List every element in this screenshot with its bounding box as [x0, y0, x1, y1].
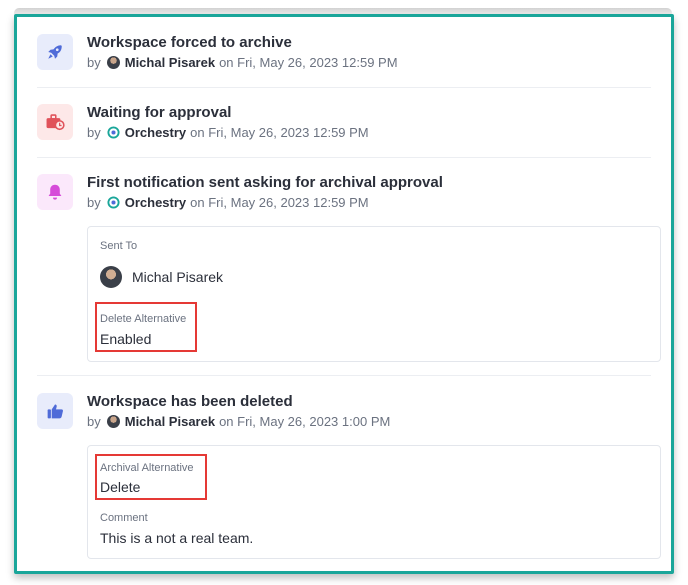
delete-alternative-value: Enabled: [100, 331, 152, 347]
event-meta: by Orchestry on Fri, May 26, 2023 12:59 …: [87, 195, 369, 210]
avatar: [100, 266, 122, 288]
event-title: First notification sent asking for archi…: [87, 174, 443, 191]
event-timestamp: on Fri, May 26, 2023 12:59 PM: [190, 195, 369, 210]
briefcase-clock-icon: [37, 104, 73, 140]
delete-alternative-label: Delete Alternative: [100, 313, 187, 325]
sent-to-value: Michal Pisarek: [132, 269, 224, 285]
comment-value: This is a not a real team.: [100, 530, 254, 546]
event-timestamp: on Fri, May 26, 2023 1:00 PM: [219, 414, 391, 429]
thumbs-up-icon: [37, 393, 73, 429]
divider: [37, 375, 651, 376]
bell-icon: [37, 174, 73, 210]
user-avatar: [106, 56, 120, 69]
event-meta: by Michal Pisarek on Fri, May 26, 2023 1…: [87, 55, 398, 70]
event-title: Workspace forced to archive: [87, 34, 292, 51]
sent-to-label: Sent To: [100, 240, 138, 252]
activity-timeline: Workspace forced to archive by Michal Pi…: [14, 14, 674, 574]
orchestry-logo-icon: [107, 126, 120, 139]
actor-name[interactable]: Michal Pisarek: [125, 55, 215, 70]
event-meta: by Michal Pisarek on Fri, May 26, 2023 1…: [87, 414, 390, 429]
event-timestamp: on Fri, May 26, 2023 12:59 PM: [219, 55, 398, 70]
event-timestamp: on Fri, May 26, 2023 12:59 PM: [190, 125, 369, 140]
orchestry-logo-icon: [107, 196, 120, 209]
actor-name[interactable]: Orchestry: [125, 125, 186, 140]
by-label: by: [87, 125, 101, 140]
divider: [37, 157, 651, 158]
by-label: by: [87, 195, 101, 210]
deletion-details-card: Archival Alternative Delete Comment This…: [87, 445, 661, 559]
actor-name[interactable]: Michal Pisarek: [125, 414, 215, 429]
event-title: Workspace has been deleted: [87, 393, 293, 410]
event-title: Waiting for approval: [87, 104, 232, 121]
actor-name[interactable]: Orchestry: [125, 195, 186, 210]
user-avatar: [106, 415, 120, 428]
archival-alternative-value: Delete: [100, 479, 141, 495]
event-meta: by Orchestry on Fri, May 26, 2023 12:59 …: [87, 125, 369, 140]
archival-alternative-label: Archival Alternative: [100, 462, 194, 474]
divider: [37, 87, 651, 88]
notification-details-card: Sent To Michal Pisarek Delete Alternativ…: [87, 226, 661, 362]
rocket-icon: [37, 34, 73, 70]
by-label: by: [87, 414, 101, 429]
by-label: by: [87, 55, 101, 70]
comment-label: Comment: [100, 512, 148, 524]
